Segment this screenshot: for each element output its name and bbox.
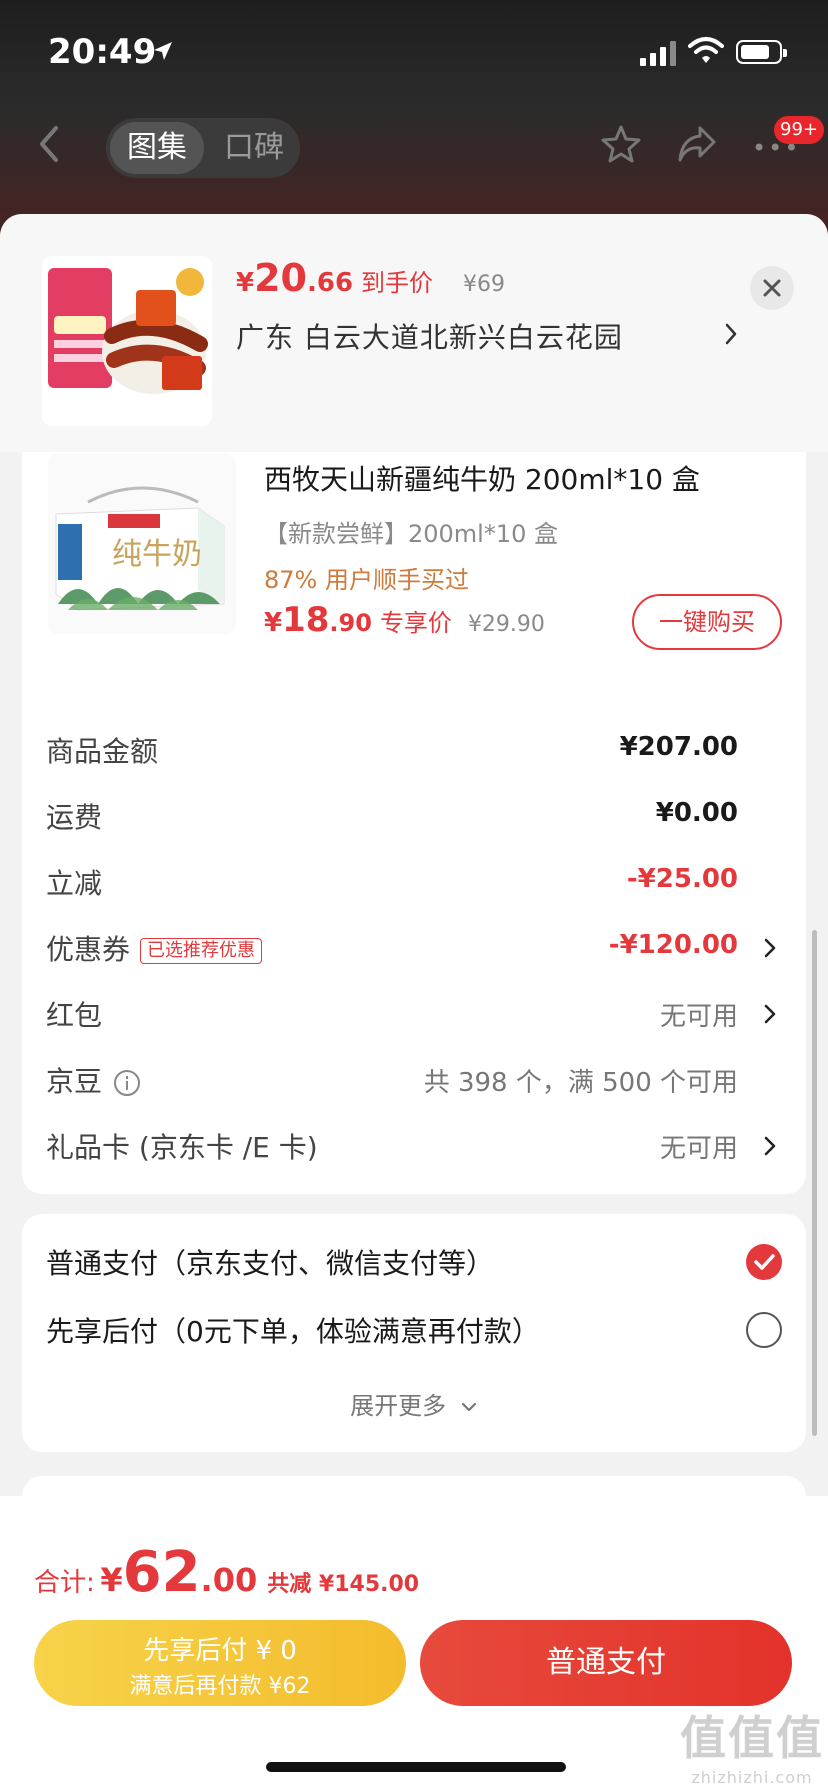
- top-header: 20:49 图集 口碑 ••• 99+: [0, 0, 828, 240]
- milk-product-image[interactable]: 纯牛奶: [48, 454, 236, 634]
- view-segment-control: 图集 口碑: [106, 118, 300, 178]
- status-time: 20:49: [48, 32, 157, 72]
- summary-row-red-packet[interactable]: 红包 无可用: [22, 988, 806, 1038]
- total-integer: 62: [122, 1540, 201, 1605]
- coupon-label-wrap: 优惠券 已选推荐优惠: [46, 928, 263, 968]
- watermark-domain: zhizhizhi.com: [691, 1768, 813, 1787]
- price-summary-card: 商品金额 ¥207.00 运费 ¥0.00 立减 -¥25.00 优惠券 已选推荐…: [22, 700, 806, 1194]
- jingdou-value: 共 398 个，满 500 个可用: [423, 1068, 738, 1098]
- close-icon: [763, 279, 781, 297]
- final-price-label: 到手价: [361, 269, 434, 297]
- summary-row-discount: 立减 -¥25.00: [22, 856, 806, 906]
- price-currency: ¥: [264, 608, 283, 638]
- gift-card-value: 无可用: [659, 1134, 738, 1164]
- close-button[interactable]: [750, 266, 794, 310]
- total-currency: ¥: [100, 1561, 123, 1599]
- red-packet-label: 红包: [46, 999, 103, 1032]
- check-icon: [754, 1254, 775, 1270]
- goods-amount-label: 商品金额: [46, 735, 159, 768]
- payment-option-pay-later[interactable]: 先享后付（0元下单，体验满意再付款）: [46, 1310, 540, 1350]
- tab-reviews[interactable]: 口碑: [212, 122, 296, 174]
- total-label: 合计:: [34, 1568, 95, 1598]
- goods-amount-value: ¥207.00: [619, 732, 738, 762]
- tab-gallery[interactable]: 图集: [110, 122, 204, 174]
- final-price-currency: ¥: [236, 268, 255, 298]
- product-price: ¥18.90 专享价 ¥29.90: [264, 600, 545, 640]
- favorite-star-icon[interactable]: [600, 124, 642, 164]
- coupon-value: -¥120.00: [608, 930, 738, 960]
- wifi-icon: [688, 37, 724, 63]
- normal-pay-button[interactable]: 普通支付: [420, 1620, 792, 1706]
- payment-method-card: 普通支付（京东支付、微信支付等） 先享后付（0元下单，体验满意再付款） 展开更多: [22, 1214, 806, 1452]
- shipping-value: ¥0.00: [655, 798, 738, 828]
- final-price-decimal: .66: [306, 268, 354, 298]
- pay-later-line1: 先享后付 ¥ 0: [143, 1636, 297, 1666]
- discount-label: 立减: [46, 867, 103, 900]
- gift-card-label: 礼品卡 (京东卡 /E 卡): [46, 1131, 318, 1164]
- coupon-selected-tag: 已选推荐优惠: [140, 938, 263, 964]
- price-decimal: .90: [329, 609, 372, 637]
- expand-more-button[interactable]: 展开更多: [22, 1386, 806, 1421]
- share-icon[interactable]: [676, 124, 718, 164]
- address-chevron-right-icon[interactable]: [724, 322, 738, 346]
- watermark: 值值值 zhizhizhi.com: [680, 1702, 824, 1787]
- red-packet-value: 无可用: [659, 1002, 738, 1032]
- summary-row-coupon[interactable]: 优惠券 已选推荐优惠 -¥120.00: [22, 922, 806, 972]
- cellular-signal-icon: [640, 40, 676, 66]
- bought-ratio: 87% 用户顺手买过: [264, 566, 469, 594]
- product-spec: 【新款尝鲜】200ml*10 盒: [264, 520, 559, 548]
- final-price: ¥20.66 到手价 ¥69: [236, 256, 505, 300]
- product-title[interactable]: 西牧天山新疆纯牛奶 200ml*10 盒: [264, 458, 700, 498]
- coupon-chevron-right-icon[interactable]: [764, 938, 776, 958]
- price-integer: 18: [282, 600, 330, 640]
- location-arrow-icon: [154, 42, 172, 60]
- expand-more-label: 展开更多: [350, 1392, 447, 1420]
- summary-row-jingdou: 京豆 共 398 个，满 500 个可用: [22, 1054, 806, 1104]
- one-click-buy-button[interactable]: 一键购买: [632, 594, 782, 650]
- battery-icon: [736, 40, 787, 64]
- total-decimal: .00: [200, 1561, 258, 1599]
- summary-row-gift-card[interactable]: 礼品卡 (京东卡 /E 卡) 无可用: [22, 1120, 806, 1170]
- jingdou-label-wrap: 京豆: [46, 1060, 141, 1100]
- pay-later-button[interactable]: 先享后付 ¥ 0 满意后再付款 ¥62: [34, 1620, 406, 1706]
- shipping-label: 运费: [46, 801, 103, 834]
- summary-row-shipping: 运费 ¥0.00: [22, 790, 806, 840]
- jingdou-label: 京豆: [46, 1065, 103, 1098]
- payment-normal-radio-checked[interactable]: [746, 1244, 782, 1280]
- back-icon[interactable]: [38, 124, 60, 164]
- discount-value: -¥25.00: [626, 864, 738, 894]
- final-price-integer: 20: [254, 256, 307, 300]
- message-badge: 99+: [774, 116, 824, 144]
- delivery-address[interactable]: 广东 白云大道北新兴白云花园: [236, 316, 623, 356]
- watermark-logo: 值值值: [680, 1711, 824, 1765]
- total-savings: 共减 ¥145.00: [267, 1572, 420, 1597]
- order-total: 合计: ¥62.00 共减 ¥145.00: [34, 1540, 419, 1605]
- scrollbar[interactable]: [812, 930, 817, 1436]
- sheet-header: ¥20.66 到手价 ¥69 广东 白云大道北新兴白云花园: [0, 214, 828, 452]
- info-icon[interactable]: [114, 1070, 141, 1096]
- payment-option-normal[interactable]: 普通支付（京东支付、微信支付等）: [46, 1242, 494, 1282]
- svg-text:纯牛奶: 纯牛奶: [112, 537, 202, 572]
- pay-later-line2: 满意后再付款 ¥62: [129, 1674, 311, 1699]
- original-price: ¥29.90: [467, 612, 545, 637]
- chevron-down-icon: [461, 1402, 476, 1412]
- gift-card-chevron-right-icon[interactable]: [764, 1136, 776, 1156]
- checkout-bottom-bar: 合计: ¥62.00 共减 ¥145.00 先享后付 ¥ 0 满意后再付款 ¥62…: [0, 1496, 828, 1792]
- summary-row-goods: 商品金额 ¥207.00: [22, 724, 806, 774]
- red-packet-chevron-right-icon[interactable]: [764, 1004, 776, 1024]
- price-label: 专享价: [379, 609, 452, 637]
- payment-later-radio[interactable]: [746, 1312, 782, 1348]
- coupon-label: 优惠券: [46, 933, 131, 966]
- order-product-thumbnail: [42, 256, 212, 426]
- header-original-price: ¥69: [463, 272, 506, 297]
- home-indicator[interactable]: [266, 1762, 566, 1772]
